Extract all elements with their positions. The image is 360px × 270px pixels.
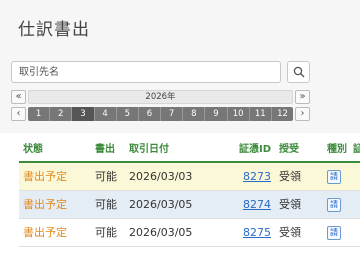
table-row[interactable]: 書出予定 可能 2026/03/05 8274 受領 請 [19,190,360,219]
voucher-cell [349,190,360,219]
month-strip: 1 2 3 4 5 6 7 8 9 10 11 12 [28,107,293,121]
status-cell: 書出予定 [19,162,91,191]
month-4-button[interactable]: 4 [95,107,117,121]
month-5-button[interactable]: 5 [117,107,139,121]
journal-table: 状態 書出 取引日付 証憑ID 授受 種別 証憑 書出予定 可能 2026/03… [19,133,360,247]
month-2-button[interactable]: 2 [50,107,73,121]
month-picker: « 2026年 » ‹ 1 2 3 4 5 6 7 8 9 10 11 12 › [11,89,311,123]
header-date[interactable]: 取引日付 [125,133,229,163]
kind-badge-button[interactable]: 請 [327,169,341,184]
table-header-row: 状態 書出 取引日付 証憑ID 授受 種別 証憑 [19,133,360,163]
date-cell: 2026/03/03 [125,162,229,191]
voucher-id-link[interactable]: 8275 [243,226,271,239]
month-10-button[interactable]: 10 [228,107,250,121]
status-cell: 書出予定 [19,218,91,247]
next-year-button[interactable]: » [295,90,310,104]
voucher-id-link[interactable]: 8273 [243,170,271,183]
voucher-id-link[interactable]: 8274 [243,198,271,211]
month-1-button[interactable]: 1 [28,107,51,121]
kind-badge-button[interactable]: 請 [327,225,341,240]
prev-year-button[interactable]: « [11,90,26,104]
voucher-cell [349,218,360,247]
date-cell: 2026/03/05 [125,190,229,219]
header-voucher[interactable]: 証憑 [349,133,360,163]
client-name-search-input[interactable] [11,61,281,83]
journal-export-page: 仕訳書出 « 2026年 » ‹ 123456789101112 › 状態 書出… [0,0,360,270]
receipt-cell: 受領 [275,190,323,219]
status-cell: 書出予定 [19,190,91,219]
page-title: 仕訳書出 [18,20,90,40]
month-9-button[interactable]: 9 [205,107,228,121]
month-7-button[interactable]: 7 [161,107,184,121]
kind-badge-button[interactable]: 請 [327,197,341,212]
year-label: 2026年 [28,90,293,104]
header-status[interactable]: 状態 [19,133,91,163]
table-row[interactable]: 書出予定 可能 2026/03/03 8273 受領 請 [19,162,360,191]
export-cell: 可能 [91,162,125,191]
header-export[interactable]: 書出 [91,133,125,163]
prev-month-button[interactable]: ‹ [11,107,26,121]
month-11-button[interactable]: 11 [250,107,272,121]
month-8-button[interactable]: 8 [183,107,206,121]
next-month-button[interactable]: › [295,107,310,121]
header-receipt[interactable]: 授受 [275,133,323,163]
header-kind[interactable]: 種別 [323,133,349,163]
receipt-cell: 受領 [275,218,323,247]
voucher-cell [349,162,360,191]
export-cell: 可能 [91,218,125,247]
journal-table-container: 状態 書出 取引日付 証憑ID 授受 種別 証憑 書出予定 可能 2026/03… [0,133,360,270]
search-icon [293,66,304,78]
month-12-button[interactable]: 12 [272,107,293,121]
search-button[interactable] [287,61,310,83]
receipt-cell: 受領 [275,162,323,191]
month-6-button[interactable]: 6 [139,107,162,121]
export-cell: 可能 [91,190,125,219]
date-cell: 2026/03/05 [125,218,229,247]
header-voucher-id[interactable]: 証憑ID [229,133,275,163]
month-3-button[interactable]: 3 [72,107,95,121]
table-row[interactable]: 書出予定 可能 2026/03/05 8275 受領 請 [19,218,360,247]
